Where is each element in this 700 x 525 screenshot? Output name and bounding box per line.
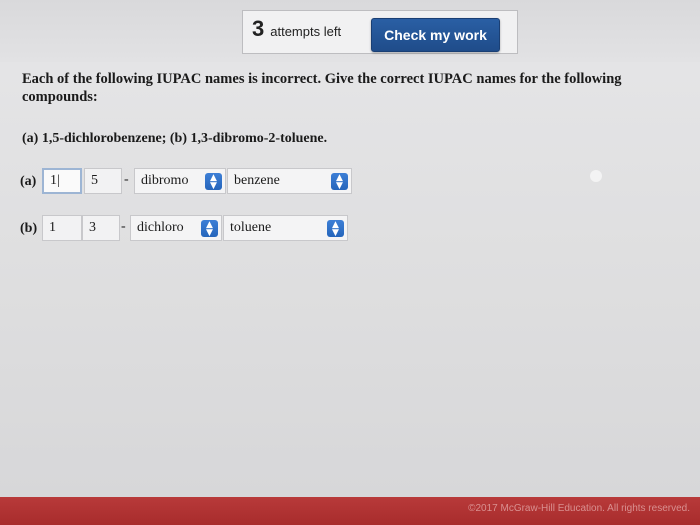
answer-label-b: (b) bbox=[20, 221, 38, 236]
footer-bar: ©2017 McGraw-Hill Education. All rights … bbox=[0, 497, 700, 525]
parent-select-value-b: toluene bbox=[230, 220, 272, 235]
parent-select-value-a: benzene bbox=[234, 173, 280, 188]
chevron-up-down-icon: ▲ ▼ bbox=[331, 173, 348, 190]
answer-label-a: (a) bbox=[20, 174, 37, 189]
chevron-up-down-icon: ▲ ▼ bbox=[327, 220, 344, 237]
prefix-select-b[interactable]: dichloro ▲ ▼ bbox=[130, 215, 222, 241]
question-prompt: Each of the following IUPAC names is inc… bbox=[22, 71, 622, 105]
question-parts: (a) 1,5-dichlorobenzene; (b) 1,3-dibromo… bbox=[22, 131, 328, 146]
attempts-label: attempts left bbox=[270, 24, 342, 39]
locant-2-input-b[interactable]: 3 bbox=[82, 215, 120, 241]
dash-separator-a: - bbox=[124, 172, 129, 187]
locant-2-input-a[interactable]: 5 bbox=[84, 168, 122, 194]
parent-select-b[interactable]: toluene ▲ ▼ bbox=[223, 215, 348, 241]
chevron-up-down-icon: ▲ ▼ bbox=[201, 220, 218, 237]
copyright-notice: ©2017 McGraw-Hill Education. All rights … bbox=[468, 503, 690, 514]
attempts-count: 3 bbox=[252, 16, 265, 41]
prefix-select-value-b: dichloro bbox=[137, 220, 184, 235]
attempts-indicator: 3 attempts left bbox=[252, 16, 341, 42]
locant-1-input-a[interactable]: 1| bbox=[42, 168, 82, 194]
prefix-select-value-a: dibromo bbox=[141, 173, 189, 188]
prefix-select-a[interactable]: dibromo ▲ ▼ bbox=[134, 168, 226, 194]
dash-separator-b: - bbox=[121, 219, 126, 234]
screen-glare bbox=[590, 170, 602, 182]
answer-row-b: (b) 1 , 3 - dichloro ▲▼ toluene ▲▼ bbox=[20, 215, 360, 243]
check-my-work-button[interactable]: Check my work bbox=[371, 18, 500, 52]
parent-select-a[interactable]: benzene ▲ ▼ bbox=[227, 168, 352, 194]
answer-row-a: (a) 1| , 5 - dibromo ▲▼ benzene ▲▼ bbox=[20, 168, 360, 196]
chevron-up-down-icon: ▲ ▼ bbox=[205, 173, 222, 190]
locant-1-input-b[interactable]: 1 bbox=[42, 215, 82, 241]
